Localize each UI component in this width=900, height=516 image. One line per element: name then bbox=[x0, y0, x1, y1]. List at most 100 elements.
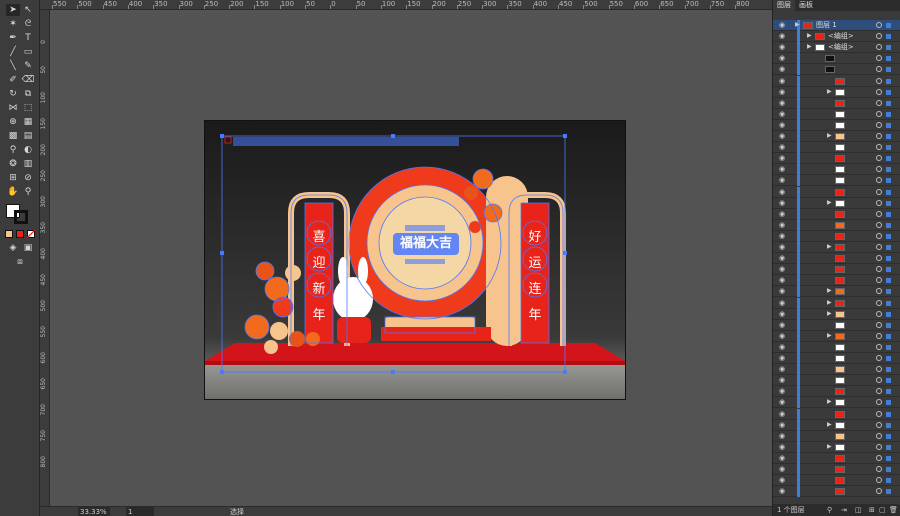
eye-icon[interactable]: ◉ bbox=[779, 210, 785, 218]
eye-icon[interactable]: ◉ bbox=[779, 199, 785, 207]
target-icon[interactable] bbox=[876, 77, 882, 84]
horizontal-ruler[interactable]: 550 500 450 400 350 300 250 200 150 100 50 0 50 100 15… bbox=[40, 0, 772, 10]
eye-icon[interactable]: ◉ bbox=[779, 376, 785, 384]
selection-indicator[interactable] bbox=[886, 167, 891, 173]
none-mode-icon[interactable] bbox=[27, 230, 35, 238]
layer-row[interactable]: ◉ ▶ 图层 1 bbox=[773, 20, 900, 31]
layer-row[interactable]: ◉ bbox=[773, 219, 900, 231]
clip-mask-icon[interactable]: ◫ bbox=[855, 504, 862, 516]
eye-icon[interactable]: ◉ bbox=[779, 276, 785, 284]
target-icon[interactable] bbox=[876, 477, 882, 484]
selection-indicator[interactable] bbox=[886, 322, 891, 328]
selection-indicator[interactable] bbox=[886, 389, 891, 395]
selection-indicator[interactable] bbox=[886, 89, 891, 95]
target-icon[interactable] bbox=[876, 432, 882, 439]
page-field[interactable]: 1 bbox=[126, 507, 154, 516]
eye-icon[interactable]: ◉ bbox=[779, 232, 785, 240]
change-screen-mode-icon[interactable]: ⧈ bbox=[13, 256, 27, 268]
target-icon[interactable] bbox=[876, 366, 882, 373]
target-icon[interactable] bbox=[876, 488, 882, 495]
selection-indicator[interactable] bbox=[886, 34, 891, 40]
eye-icon[interactable]: ◉ bbox=[779, 465, 785, 473]
target-icon[interactable] bbox=[876, 66, 882, 73]
column-graph-tool-icon[interactable]: ▥ bbox=[21, 158, 35, 170]
target-icon[interactable] bbox=[876, 277, 882, 284]
draw-mode-icon[interactable]: ◈ bbox=[6, 242, 20, 254]
screen-mode-icon[interactable]: ▣ bbox=[21, 242, 35, 254]
pen-tool-icon[interactable]: ✒ bbox=[6, 32, 20, 44]
selection-indicator[interactable] bbox=[886, 411, 891, 417]
eye-icon[interactable]: ◉ bbox=[779, 243, 785, 251]
layer-row[interactable]: ◉ bbox=[773, 353, 900, 364]
gradient-mode-icon[interactable] bbox=[16, 230, 24, 238]
target-icon[interactable] bbox=[876, 377, 882, 384]
target-icon[interactable] bbox=[876, 232, 882, 239]
selection-indicator[interactable] bbox=[886, 78, 891, 84]
selection-indicator[interactable] bbox=[886, 211, 891, 217]
eraser-tool-icon[interactable]: ⌫ bbox=[21, 74, 35, 86]
layer-row[interactable]: ◉ bbox=[773, 408, 900, 420]
eye-icon[interactable]: ◉ bbox=[779, 154, 785, 162]
target-icon[interactable] bbox=[876, 299, 882, 306]
zoom-tool-icon[interactable]: ⚲ bbox=[21, 186, 35, 198]
rectangle-tool-icon[interactable]: ▭ bbox=[21, 46, 35, 58]
selection-indicator[interactable] bbox=[886, 455, 891, 461]
selection-indicator[interactable] bbox=[886, 378, 891, 384]
symbol-sprayer-tool-icon[interactable]: ❂ bbox=[6, 158, 20, 170]
chevron-right-icon[interactable]: ▶ bbox=[827, 443, 832, 450]
eye-icon[interactable]: ◉ bbox=[779, 454, 785, 462]
target-icon[interactable] bbox=[876, 244, 882, 250]
selection-indicator[interactable] bbox=[886, 433, 891, 439]
export-icon[interactable]: ⇥ bbox=[841, 504, 847, 516]
layer-row[interactable]: ◉ bbox=[773, 430, 900, 442]
layer-row[interactable]: ◉ ▶ bbox=[773, 131, 900, 142]
selection-indicator[interactable] bbox=[886, 256, 891, 262]
target-icon[interactable] bbox=[876, 199, 882, 206]
target-icon[interactable] bbox=[876, 110, 882, 117]
layer-row[interactable]: ◉ ▶ bbox=[773, 441, 900, 453]
artboard-tool-icon[interactable]: ⊞ bbox=[6, 172, 20, 184]
scale-tool-icon[interactable]: ⧉ bbox=[21, 88, 35, 100]
selection-indicator[interactable] bbox=[886, 145, 891, 151]
target-icon[interactable] bbox=[876, 221, 882, 228]
chevron-right-icon[interactable]: ▶ bbox=[827, 398, 832, 405]
eye-icon[interactable]: ◉ bbox=[779, 410, 785, 418]
new-sublayer-icon[interactable]: ⊞ bbox=[869, 504, 875, 516]
eye-icon[interactable]: ◉ bbox=[779, 398, 785, 406]
target-icon[interactable] bbox=[876, 255, 882, 262]
eye-icon[interactable]: ◉ bbox=[779, 132, 785, 140]
width-tool-icon[interactable]: ⋈ bbox=[6, 102, 20, 114]
trash-icon[interactable]: 🗑 bbox=[889, 504, 898, 516]
chevron-right-icon[interactable]: ▶ bbox=[827, 88, 832, 95]
layer-row[interactable]: ◉ bbox=[773, 153, 900, 165]
eye-icon[interactable]: ◉ bbox=[779, 299, 785, 307]
selection-indicator[interactable] bbox=[886, 156, 891, 162]
shape-builder-tool-icon[interactable]: ⊕ bbox=[6, 116, 20, 128]
selection-indicator[interactable] bbox=[886, 422, 891, 428]
selection-indicator[interactable] bbox=[886, 267, 891, 273]
selection-indicator[interactable] bbox=[886, 311, 891, 317]
layer-row[interactable]: ◉ bbox=[773, 175, 900, 187]
target-icon[interactable] bbox=[876, 421, 882, 428]
target-icon[interactable] bbox=[876, 188, 882, 195]
target-icon[interactable] bbox=[876, 155, 882, 162]
target-icon[interactable] bbox=[876, 44, 882, 51]
eye-icon[interactable]: ◉ bbox=[779, 443, 785, 451]
layer-row[interactable]: ◉ bbox=[773, 230, 900, 242]
selection-indicator[interactable] bbox=[886, 367, 891, 373]
target-icon[interactable] bbox=[876, 99, 882, 106]
selection-tool-icon[interactable]: ➤ bbox=[6, 4, 20, 16]
selection-indicator[interactable] bbox=[886, 245, 891, 250]
layer-row[interactable]: ◉ bbox=[773, 341, 900, 353]
layer-row[interactable]: ◉ bbox=[773, 186, 900, 198]
selection-indicator[interactable] bbox=[886, 333, 891, 339]
layer-row[interactable]: ◉ ▶ bbox=[773, 197, 900, 209]
target-icon[interactable] bbox=[876, 399, 882, 406]
layer-row[interactable]: ◉ bbox=[773, 486, 900, 498]
eye-icon[interactable]: ◉ bbox=[779, 176, 785, 184]
target-icon[interactable] bbox=[876, 177, 882, 184]
eye-icon[interactable]: ◉ bbox=[779, 221, 785, 229]
layer-row[interactable]: ◉ bbox=[773, 108, 900, 120]
layer-row[interactable]: ◉ bbox=[773, 64, 900, 76]
eye-icon[interactable]: ◉ bbox=[779, 65, 785, 73]
